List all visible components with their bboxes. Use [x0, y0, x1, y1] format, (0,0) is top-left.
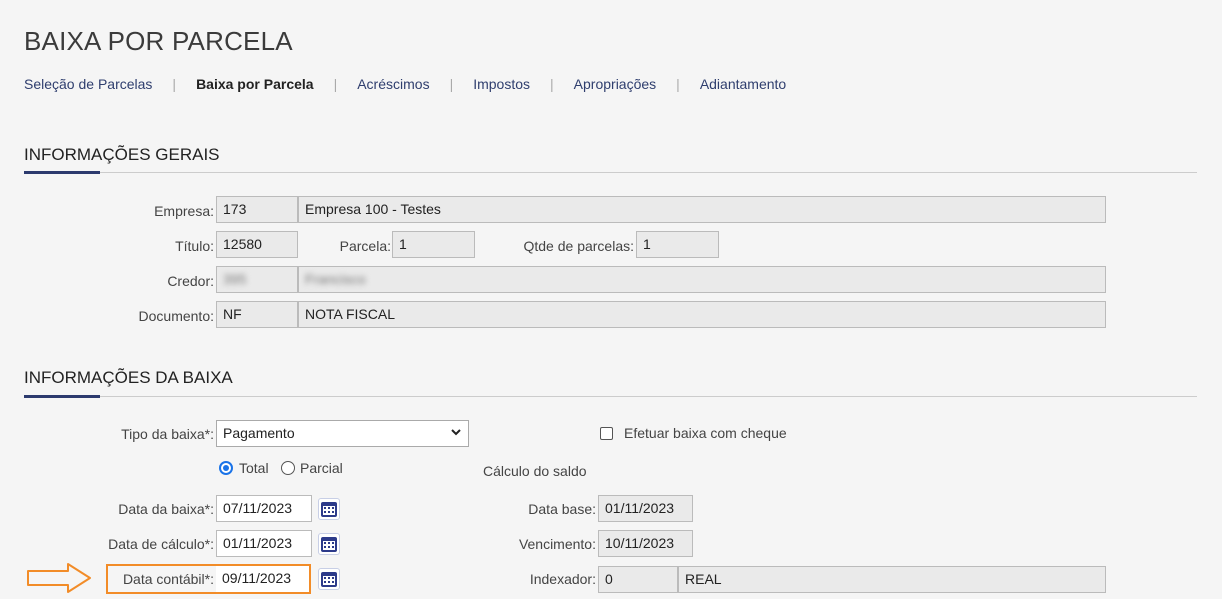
documento-label: Documento:	[138, 308, 214, 324]
data-contabil-input[interactable]: 09/11/2023	[216, 566, 309, 592]
credor-label: Credor:	[167, 273, 214, 289]
data-base-label: Data base:	[528, 501, 596, 517]
calendar-icon[interactable]	[318, 498, 340, 520]
tipo-baixa-label: Tipo da baixa*:	[121, 426, 214, 442]
credor-name-field: Francisco	[298, 266, 1106, 293]
tab-separator: |	[449, 76, 454, 92]
radio-parcial[interactable]	[281, 461, 295, 475]
credor-code-value: 395	[223, 271, 247, 287]
section-accent-bar	[24, 171, 100, 174]
documento-name-field: NOTA FISCAL	[298, 301, 1106, 328]
radio-total[interactable]	[219, 461, 233, 475]
tab-separator: |	[676, 76, 680, 92]
qtde-parcelas-field: 1	[636, 231, 719, 258]
section-title-gerais: INFORMAÇÕES GERAIS	[24, 145, 220, 164]
tab-adiantamento[interactable]: Adiantamento	[700, 76, 786, 92]
tab-separator: |	[550, 76, 554, 92]
indexador-name-field: REAL	[678, 566, 1106, 593]
tab-separator: |	[172, 76, 177, 92]
data-contabil-label: Data contábil*:	[122, 571, 214, 587]
section-title-baixa: INFORMAÇÕES DA BAIXA	[24, 368, 233, 387]
tab-acrescimos[interactable]: Acréscimos	[357, 76, 429, 92]
tab-separator: |	[333, 76, 338, 92]
tab-impostos[interactable]: Impostos	[473, 76, 530, 92]
data-base-field: 01/11/2023	[598, 495, 693, 522]
indexador-code-field: 0	[598, 566, 678, 593]
data-baixa-label: Data da baixa*:	[118, 501, 214, 517]
tab-apropriacoes[interactable]: Apropriações	[574, 76, 657, 92]
titulo-field: 12580	[216, 231, 298, 258]
calendar-icon[interactable]	[318, 533, 340, 555]
empresa-code-field: 173	[216, 196, 298, 223]
vencimento-field: 10/11/2023	[598, 530, 693, 557]
titulo-label: Título:	[175, 238, 214, 254]
chevron-down-icon	[450, 426, 462, 441]
radio-total-label: Total	[239, 460, 269, 476]
calculo-saldo-title: Cálculo do saldo	[483, 463, 587, 479]
cheque-label: Efetuar baixa com cheque	[624, 425, 787, 441]
arrow-right-icon	[26, 562, 94, 599]
data-calculo-label: Data de cálculo*:	[108, 536, 214, 552]
section-divider	[24, 396, 1197, 397]
credor-code-field: 395	[216, 266, 298, 293]
data-calculo-input[interactable]: 01/11/2023	[216, 530, 312, 557]
empresa-label: Empresa:	[154, 203, 214, 219]
tab-selecao-parcelas[interactable]: Seleção de Parcelas	[24, 76, 152, 92]
qtde-parcelas-label: Qtde de parcelas:	[523, 238, 634, 254]
empresa-name-field: Empresa 100 - Testes	[298, 196, 1106, 223]
indexador-label: Indexador:	[529, 571, 596, 587]
data-baixa-input[interactable]: 07/11/2023	[216, 495, 312, 522]
cheque-checkbox[interactable]	[600, 427, 613, 440]
tab-bar: Seleção de Parcelas | Baixa por Parcela …	[24, 76, 786, 92]
calendar-icon[interactable]	[318, 568, 340, 590]
documento-code-field: NF	[216, 301, 298, 328]
parcela-field: 1	[392, 231, 475, 258]
section-divider	[24, 172, 1197, 173]
credor-name-value: Francisco	[305, 271, 366, 287]
page-title: BAIXA POR PARCELA	[24, 26, 293, 56]
tab-baixa-por-parcela[interactable]: Baixa por Parcela	[196, 76, 314, 92]
parcela-label: Parcela:	[339, 238, 391, 254]
radio-parcial-label: Parcial	[300, 460, 343, 476]
tipo-baixa-value: Pagamento	[223, 425, 295, 441]
vencimento-label: Vencimento:	[518, 536, 596, 552]
section-accent-bar	[24, 395, 100, 398]
tipo-baixa-select[interactable]: Pagamento	[216, 420, 469, 447]
